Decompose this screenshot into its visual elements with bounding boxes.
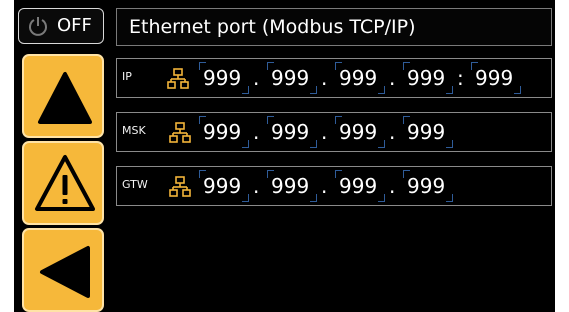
port-separator: : — [457, 66, 464, 90]
ip-octet-3-field[interactable]: 999 — [335, 61, 387, 95]
triangle-left-icon — [40, 246, 90, 298]
gateway-octet-2-field[interactable]: 999 — [267, 169, 319, 203]
power-icon — [29, 17, 47, 36]
octet-separator: . — [321, 66, 328, 90]
scroll-up-button[interactable] — [22, 54, 104, 138]
octet-separator: . — [253, 120, 260, 144]
row-label-msk: MSK — [122, 124, 146, 137]
port-field[interactable]: 999 — [471, 61, 523, 95]
ip-octet-4-field[interactable]: 999 — [403, 61, 455, 95]
power-off-button[interactable]: OFF — [18, 8, 104, 44]
network-icon — [167, 68, 189, 89]
mask-octet-4-field[interactable]: 999 — [403, 115, 455, 149]
gateway-octet-1-field[interactable]: 999 — [199, 169, 251, 203]
network-icon — [169, 122, 191, 143]
ip-octet-1-field[interactable]: 999 — [199, 61, 251, 95]
title-bar: Ethernet port (Modbus TCP/IP) — [116, 8, 552, 46]
alarm-button[interactable] — [22, 141, 104, 225]
warning-icon — [35, 155, 95, 211]
device-screen: OFF Ethernet port (Modbus TCP/IP) IP 999… — [0, 0, 569, 312]
gateway-octet-3-field[interactable]: 999 — [335, 169, 387, 203]
ip-address-row: IP 999 . 999 . 999 . 999 : 999 — [116, 58, 552, 98]
page-title: Ethernet port (Modbus TCP/IP) — [129, 16, 416, 38]
network-icon — [169, 176, 191, 197]
mask-octet-2-field[interactable]: 999 — [267, 115, 319, 149]
triangle-up-icon — [38, 72, 92, 124]
gateway-row: GTW 999 . 999 . 999 . 999 — [116, 166, 552, 206]
octet-separator: . — [389, 66, 396, 90]
back-button[interactable] — [22, 228, 104, 312]
ip-octet-2-field[interactable]: 999 — [267, 61, 319, 95]
mask-octet-1-field[interactable]: 999 — [199, 115, 251, 149]
octet-separator: . — [389, 120, 396, 144]
octet-separator: . — [253, 66, 260, 90]
mask-octet-3-field[interactable]: 999 — [335, 115, 387, 149]
octet-separator: . — [253, 174, 260, 198]
octet-separator: . — [321, 174, 328, 198]
octet-separator: . — [389, 174, 396, 198]
row-label-ip: IP — [122, 70, 132, 83]
gateway-octet-4-field[interactable]: 999 — [403, 169, 455, 203]
lcd-display: OFF Ethernet port (Modbus TCP/IP) IP 999… — [14, 0, 555, 312]
subnet-mask-row: MSK 999 . 999 . 999 . 999 — [116, 112, 552, 152]
octet-separator: . — [321, 120, 328, 144]
power-state-label: OFF — [57, 15, 92, 36]
row-label-gtw: GTW — [122, 178, 148, 191]
